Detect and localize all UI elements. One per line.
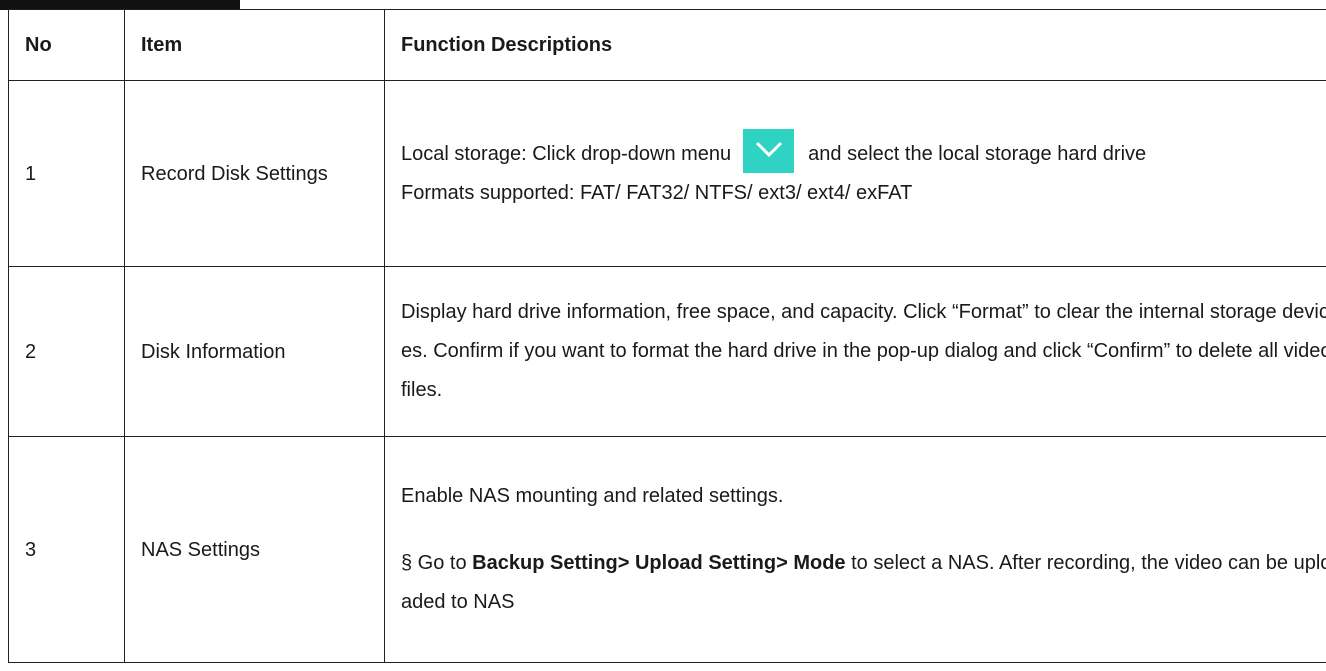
item-label: Disk Information	[141, 340, 286, 363]
function-table: No Item Function Descriptions 1 Record D…	[8, 9, 1326, 663]
table-row: 3 NAS Settings Enable NAS mounting and r…	[8, 436, 1326, 663]
row-item: Record Disk Settings	[124, 80, 385, 267]
table-header-row: No Item Function Descriptions	[8, 9, 1326, 81]
menu-path: Backup Setting> Upload Setting> Mode	[472, 552, 846, 574]
description-text: Local storage: Click drop-down menu and s…	[401, 129, 1326, 213]
row-item: NAS Settings	[124, 436, 385, 663]
table-row: 1 Record Disk Settings Local storage: Cl…	[8, 80, 1326, 267]
description-text: Enable NAS mounting and related settings…	[401, 477, 1326, 622]
row-number: 2	[8, 266, 125, 437]
description-text: Display hard drive information, free spa…	[401, 301, 1326, 401]
row-description: Local storage: Click drop-down menu and s…	[384, 80, 1326, 267]
column-header-no: No	[8, 9, 125, 81]
row-item: Disk Information	[124, 266, 385, 437]
column-header-description: Function Descriptions	[384, 9, 1326, 81]
row-number: 1	[8, 80, 125, 267]
row-number: 3	[8, 436, 125, 663]
description-line1: Enable NAS mounting and related settings…	[401, 485, 784, 507]
description-prefix: § Go to	[401, 552, 467, 574]
description-part2: and select the local storage hard drive	[808, 142, 1147, 165]
description-formats: Formats supported: FAT/ FAT32/ NTFS/ ext…	[401, 181, 913, 204]
item-label: NAS Settings	[141, 538, 260, 561]
column-header-item: Item	[124, 9, 385, 81]
row-description: Display hard drive information, free spa…	[384, 266, 1326, 437]
description-part1: Local storage: Click drop-down menu	[401, 142, 732, 165]
row-description: Enable NAS mounting and related settings…	[384, 436, 1326, 663]
item-label: Record Disk Settings	[141, 162, 328, 185]
table-row: 2 Disk Information Display hard drive in…	[8, 266, 1326, 437]
description-line2: § Go to Backup Setting> Upload Setting> …	[401, 544, 1326, 622]
chevron-down-icon	[743, 129, 795, 174]
